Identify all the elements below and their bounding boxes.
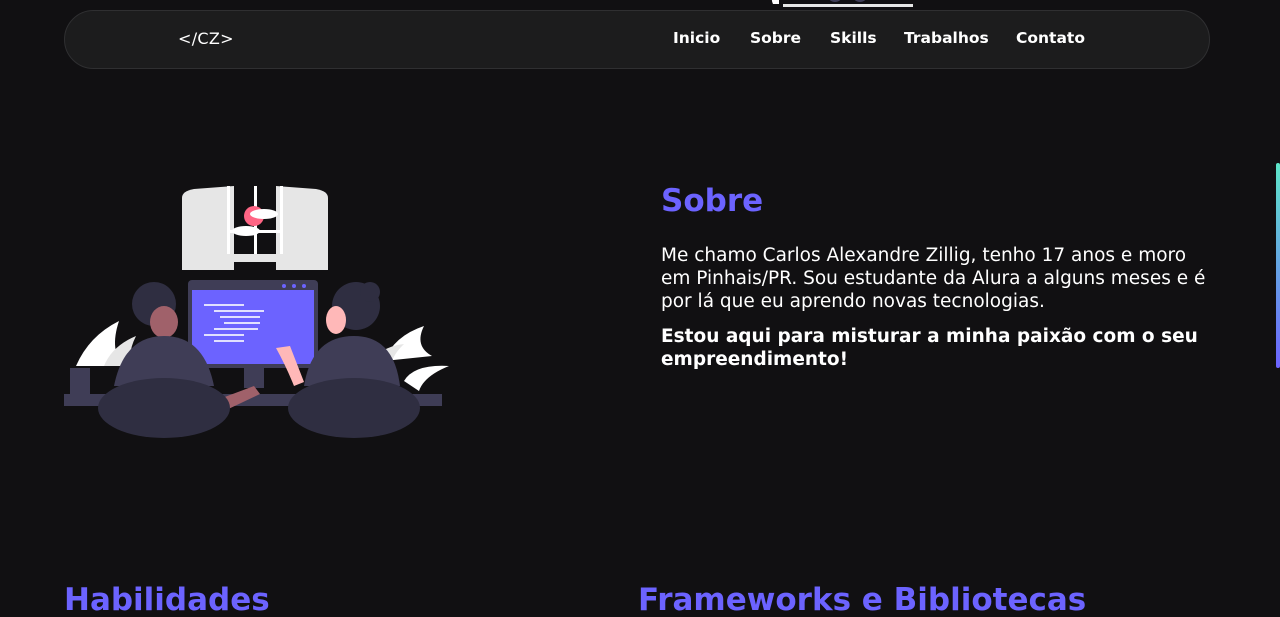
nav-link-inicio[interactable]: Inicio [673,29,720,47]
nav-link-skills[interactable]: Skills [830,29,877,47]
nav-link-sobre[interactable]: Sobre [750,29,801,47]
nav-links: Inicio Sobre Skills Trabalhos Contato [65,29,1209,53]
nav-link-contato[interactable]: Contato [1016,29,1085,47]
about-illustration [64,186,449,438]
about-title: Sobre [661,183,764,219]
about-paragraph: Me chamo Carlos Alexandre Zillig, tenho … [661,245,1206,312]
about-highlight: Estou aqui para misturar a minha paixão … [661,326,1198,370]
nav-link-trabalhos[interactable]: Trabalhos [904,29,989,47]
scrollbar-track[interactable] [1275,0,1280,617]
scrollbar-thumb[interactable] [1276,163,1280,368]
navbar: </CZ> Inicio Sobre Skills Trabalhos Cont… [64,10,1210,69]
skills-section-title: Habilidades [64,582,270,617]
page: </CZ> Inicio Sobre Skills Trabalhos Cont… [0,0,1280,617]
frameworks-section-title: Frameworks e Bibliotecas [638,582,1087,617]
